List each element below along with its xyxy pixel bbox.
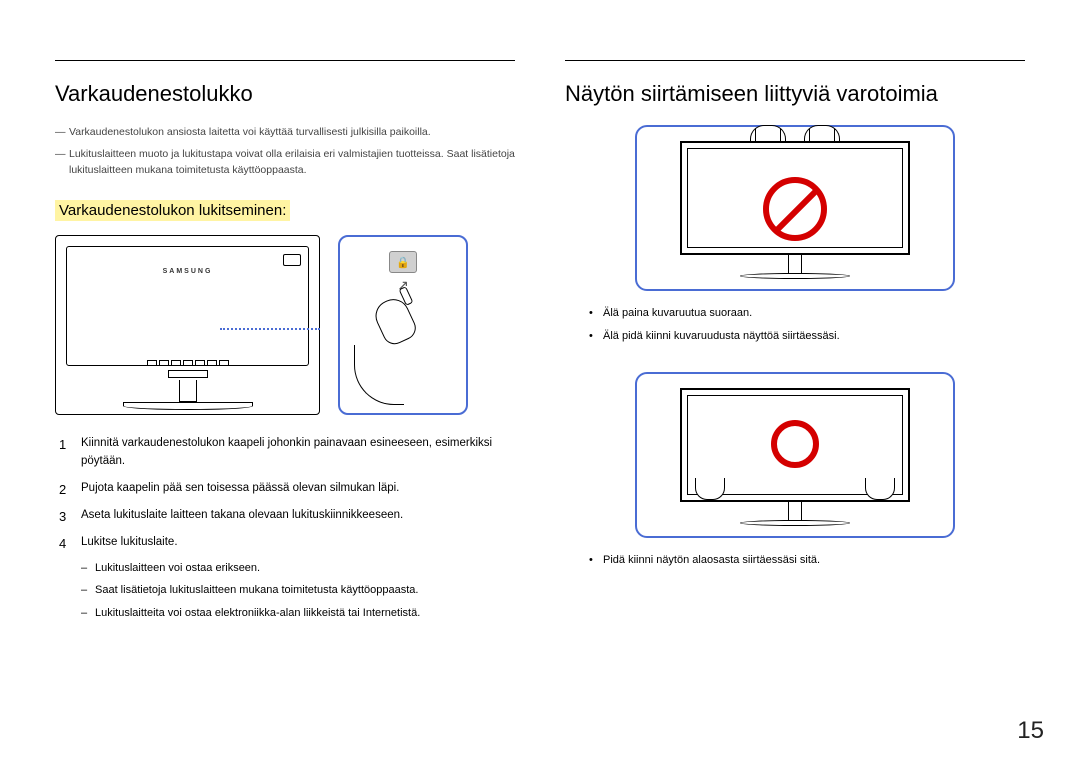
figure-lock-detail: 🔒 ↗: [338, 235, 468, 415]
rear-ports-icon: [147, 360, 229, 366]
step-4-text: Lukitse lukituslaite.: [81, 536, 178, 548]
left-column: Varkaudenestolukko Varkaudenestolukon an…: [55, 60, 515, 631]
step-3: Aseta lukituslaite laitteen takana oleva…: [59, 507, 515, 524]
step-1: Kiinnitä varkaudenestolukon kaapeli joho…: [59, 435, 515, 470]
brand-logo: SAMSUNG: [163, 268, 213, 275]
monitor-back-panel: [66, 246, 309, 366]
figure-row: SAMSUNG 🔒 ↗: [55, 235, 515, 415]
callout-line: [220, 328, 320, 330]
heading-varotoimia: Näytön siirtämiseen liittyviä varotoimia: [565, 81, 1025, 107]
subheading-lukitseminen: Varkaudenestolukon lukitseminen:: [55, 200, 290, 221]
prohibit-icon: [763, 177, 827, 241]
heading-varkaudenestolukko: Varkaudenestolukko: [55, 81, 515, 107]
monitor-base: [123, 402, 253, 410]
lock-slot-icon: [283, 254, 301, 266]
bullet-1a: Älä paina kuvaruutua suoraan.: [589, 305, 1025, 322]
step-4: Lukitse lukituslaite. Lukituslaitteen vo…: [59, 534, 515, 621]
figure-do-not-press: [635, 125, 955, 291]
page-number: 15: [1017, 717, 1044, 745]
bullet-2a: Pidä kiinni näytön alaosasta siirtäessäs…: [589, 552, 1025, 569]
steps-list: Kiinnitä varkaudenestolukon kaapeli joho…: [55, 435, 515, 621]
lock-icon: 🔒: [396, 256, 410, 269]
note-1: Varkaudenestolukon ansiosta laitetta voi…: [55, 125, 515, 141]
rear-connector-icon: [168, 370, 208, 378]
bullets-2: Pidä kiinni näytön alaosasta siirtäessäs…: [589, 552, 1025, 569]
step-4-sublist: Lukituslaitteen voi ostaa erikseen. Saat…: [81, 560, 515, 622]
ok-circle-icon: [771, 420, 819, 468]
monitor-neck: [179, 380, 197, 402]
figure-hold-bottom: [635, 372, 955, 538]
hand-bottom-left-icon: [695, 478, 725, 500]
right-column: Näytön siirtämiseen liittyviä varotoimia…: [565, 60, 1025, 631]
hand-bottom-right-icon: [865, 478, 895, 500]
bullet-1b: Älä pidä kiinni kuvaruudusta näyttöä sii…: [589, 328, 1025, 345]
substep-2: Saat lisätietoja lukituslaitteen mukana …: [81, 582, 515, 599]
lock-slot-closeup-icon: 🔒: [389, 251, 417, 273]
hands-bottom-icon: [695, 478, 895, 500]
lock-cable-icon: [354, 345, 404, 405]
step-2: Pujota kaapelin pää sen toisessa päässä …: [59, 480, 515, 497]
bullets-1: Älä paina kuvaruutua suoraan. Älä pidä k…: [589, 305, 1025, 344]
note-2: Lukituslaitteen muoto ja lukitustapa voi…: [55, 147, 515, 179]
substep-1: Lukituslaitteen voi ostaa erikseen.: [81, 560, 515, 577]
substep-3: Lukituslaitteita voi ostaa elektroniikka…: [81, 605, 515, 622]
figure-monitor-back: SAMSUNG: [55, 235, 320, 415]
